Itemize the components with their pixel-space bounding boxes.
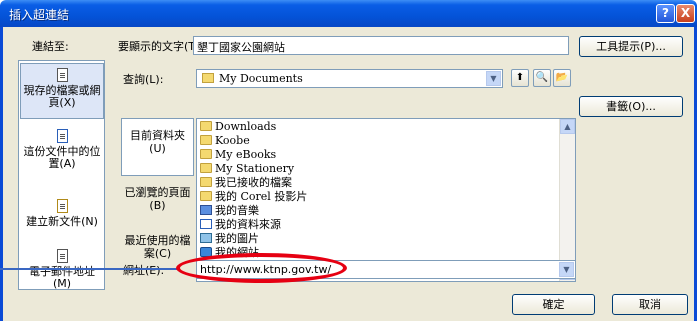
- list-item[interactable]: My Stationery: [200, 163, 294, 175]
- browse-shortcuts: 目前資料夾(U) 已瀏覽的頁面(B) 最近使用的檔案(C): [121, 118, 194, 282]
- data-source-icon: [200, 219, 212, 229]
- list-item[interactable]: Koobe: [200, 135, 250, 147]
- folder-icon: [200, 191, 212, 201]
- look-in-dropdown[interactable]: My Documents ▼: [196, 69, 503, 88]
- ok-button[interactable]: 確定: [512, 294, 595, 315]
- insert-hyperlink-dialog: 連結至: 要顯示的文字(T): 墾丁國家公園網站 工具提示(P)... 現存的檔…: [0, 27, 697, 321]
- folder-icon: [200, 163, 212, 173]
- scroll-up-icon[interactable]: ▲: [560, 119, 575, 134]
- browse-web-button[interactable]: 🔍: [533, 69, 551, 87]
- list-item[interactable]: My eBooks: [200, 149, 276, 161]
- folder-icon: [200, 149, 212, 159]
- list-item[interactable]: 我已接收的檔案: [200, 177, 292, 189]
- list-item[interactable]: 我的音樂: [200, 205, 259, 217]
- bookmark-button[interactable]: 書籤(O)...: [579, 96, 683, 117]
- link-place-in-document[interactable]: 這份文件中的位置(A): [20, 125, 104, 177]
- up-folder-button[interactable]: ⬆: [511, 69, 529, 87]
- list-item[interactable]: 我的資料來源: [200, 219, 281, 231]
- list-item[interactable]: Downloads: [200, 121, 276, 133]
- shortcut-browsed-pages[interactable]: 已瀏覽的頁面(B): [121, 180, 194, 224]
- up-folder-icon: ⬆: [515, 72, 525, 83]
- email-address-icon: [53, 249, 71, 265]
- display-text-label: 要顯示的文字(T):: [118, 40, 204, 53]
- annotation-pointer-line: [0, 268, 178, 270]
- shortcut-current-folder[interactable]: 目前資料夾(U): [121, 118, 194, 176]
- folder-icon: [200, 121, 212, 131]
- cancel-button[interactable]: 取消: [612, 294, 688, 315]
- new-document-icon: [53, 199, 71, 215]
- link-new-doc-label: 建立新文件(N): [26, 215, 98, 228]
- link-to-label: 連結至:: [32, 40, 69, 53]
- link-new-document[interactable]: 建立新文件(N): [20, 195, 104, 239]
- search-web-icon: 🔍: [535, 72, 549, 83]
- chevron-down-icon[interactable]: ▼: [559, 262, 574, 277]
- display-text-input[interactable]: 墾丁國家公園網站: [193, 36, 569, 55]
- title-bar: 插入超連結 ? X: [0, 0, 697, 27]
- chevron-down-icon[interactable]: ▼: [486, 71, 501, 86]
- link-place-label: 這份文件中的位置(A): [23, 145, 101, 170]
- folder-icon: [200, 177, 212, 187]
- list-item[interactable]: 我的 Corel 投影片: [200, 191, 307, 203]
- look-in-label: 查詢(L):: [123, 73, 164, 86]
- existing-file-icon: [53, 68, 71, 84]
- open-folder-icon: 📂: [555, 72, 569, 83]
- link-existing-file-label: 現存的檔案或網頁(X): [23, 84, 101, 109]
- close-button[interactable]: X: [676, 4, 695, 23]
- folder-icon: [202, 73, 214, 83]
- folder-icon: [200, 135, 212, 145]
- browse-file-button[interactable]: 📂: [553, 69, 571, 87]
- place-in-document-icon: [53, 129, 71, 145]
- screentip-button[interactable]: 工具提示(P)...: [579, 36, 683, 57]
- link-to-bar: 現存的檔案或網頁(X) 這份文件中的位置(A) 建立新文件(N) 電子郵件地址(…: [18, 60, 105, 290]
- address-highlight-ellipse: [176, 253, 347, 283]
- link-existing-file[interactable]: 現存的檔案或網頁(X): [20, 63, 104, 119]
- help-button[interactable]: ?: [656, 4, 675, 23]
- window-title: 插入超連結: [9, 8, 70, 22]
- list-item[interactable]: 我的圖片: [200, 233, 259, 245]
- pictures-folder-icon: [200, 233, 212, 243]
- address-label: 網址(E):: [123, 264, 165, 277]
- look-in-value: My Documents: [219, 72, 303, 85]
- music-folder-icon: [200, 205, 212, 215]
- file-list-scrollbar[interactable]: ▲ ▼: [559, 119, 575, 281]
